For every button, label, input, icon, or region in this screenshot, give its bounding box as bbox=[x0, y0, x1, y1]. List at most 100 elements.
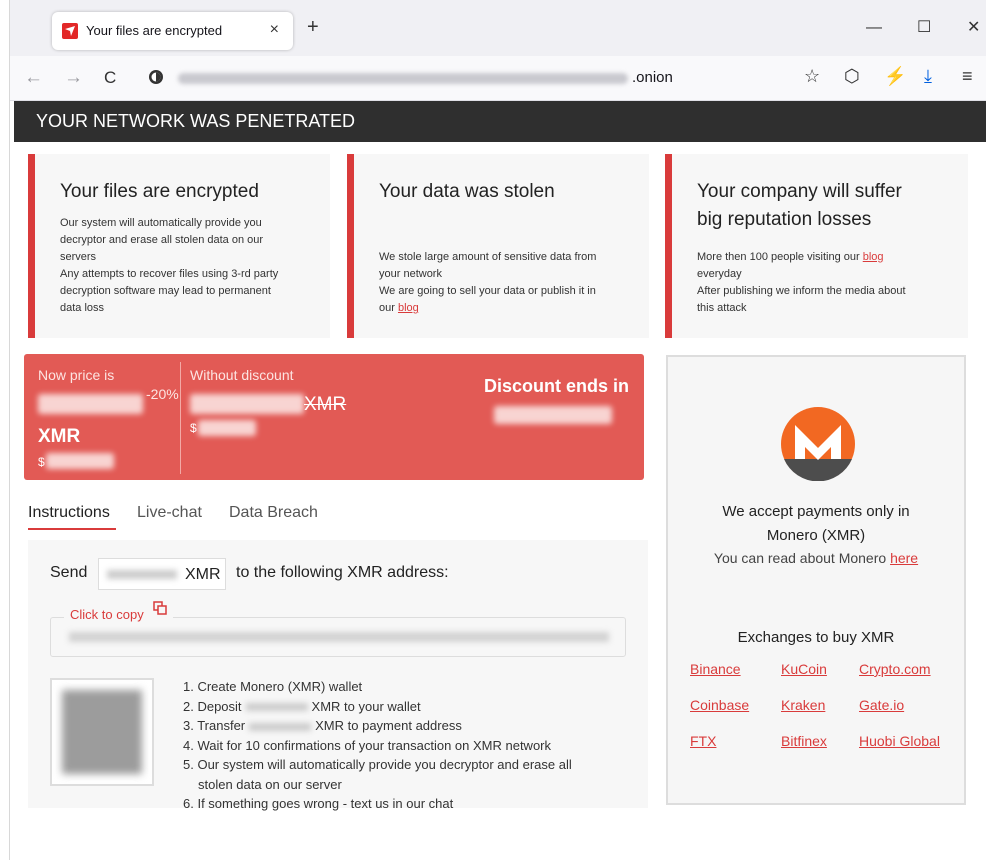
qr-code-redacted bbox=[62, 690, 142, 774]
card-line: We stole large amount of sensitive data … bbox=[379, 251, 597, 263]
step-item: 2. Deposit XMR to your wallet bbox=[183, 697, 572, 717]
click-to-copy-label: Click to copy bbox=[70, 607, 144, 622]
card-body: Our system will automatically provide yo… bbox=[60, 215, 278, 317]
card-line: decryptor and erase all stolen data on o… bbox=[60, 234, 264, 246]
card-line: your network bbox=[379, 268, 442, 280]
card-title: Your company will suffer big reputation l… bbox=[697, 178, 902, 234]
step-item: 3. Transfer XMR to payment address bbox=[183, 716, 572, 736]
card-line: decryption software may lead to permanen… bbox=[60, 285, 271, 297]
now-price-dollar: $ bbox=[38, 455, 45, 469]
exchange-link-huobi[interactable]: Huobi Global bbox=[859, 733, 940, 749]
tab-data-breach[interactable]: Data Breach bbox=[229, 504, 318, 522]
card-line: We are going to sell your data or publis… bbox=[379, 285, 596, 297]
tab-favicon-icon bbox=[62, 23, 78, 39]
card-line-text: our bbox=[379, 302, 395, 314]
monero-read-text: You can read about Monero bbox=[713, 550, 887, 566]
back-icon[interactable]: ← bbox=[24, 68, 43, 88]
blog-link[interactable]: blog bbox=[398, 302, 419, 314]
price-box: Now price is -20% XMR $ Without discount… bbox=[24, 354, 644, 480]
copy-icon[interactable] bbox=[153, 601, 168, 615]
minimize-button[interactable]: — bbox=[866, 20, 882, 36]
step-text: 3. Transfer bbox=[183, 718, 246, 733]
card-line: data loss bbox=[60, 302, 105, 314]
now-price-label: Now price is bbox=[38, 367, 115, 383]
instructions-panel: Send XMR to the following XMR address: C… bbox=[28, 540, 648, 811]
step-text: XMR to payment address bbox=[315, 718, 462, 733]
monero-accept-line: Monero (XMR) bbox=[766, 527, 866, 544]
exchange-link-kraken[interactable]: Kraken bbox=[781, 697, 825, 713]
exchange-link-ftx[interactable]: FTX bbox=[690, 733, 716, 749]
shield-icon[interactable]: ⬡ bbox=[844, 66, 860, 86]
url-bar[interactable]: .onion bbox=[142, 62, 792, 94]
qr-code bbox=[50, 678, 154, 786]
tab-live-chat[interactable]: Live-chat bbox=[137, 504, 202, 522]
reload-icon[interactable]: C bbox=[104, 68, 116, 88]
full-price-redacted bbox=[190, 394, 304, 414]
url-redacted bbox=[178, 73, 628, 84]
blog-link[interactable]: blog bbox=[863, 251, 884, 263]
discount-percent: -20% bbox=[146, 386, 179, 402]
new-tab-button[interactable]: + bbox=[307, 17, 319, 37]
without-discount-label: Without discount bbox=[190, 367, 294, 383]
exchange-link-coinbase[interactable]: Coinbase bbox=[690, 697, 749, 713]
card-line: Our system will automatically provide yo… bbox=[60, 217, 262, 229]
step-item: 1. Create Monero (XMR) wallet bbox=[183, 679, 363, 694]
full-price-usd-redacted bbox=[198, 420, 256, 436]
tab-title: Your files are encrypted bbox=[86, 23, 223, 38]
step-item: 5. Our system will automatically provide… bbox=[183, 757, 572, 772]
monero-read-line: You can read about Monero here bbox=[668, 550, 964, 566]
card-reputation-losses: Your company will suffer big reputation l… bbox=[665, 154, 968, 338]
exchange-link-kucoin[interactable]: KuCoin bbox=[781, 661, 827, 677]
browser-tab-bar: Your files are encrypted × + — ☐ ✕ bbox=[10, 0, 986, 56]
exchange-link-binance[interactable]: Binance bbox=[690, 661, 741, 677]
price-divider bbox=[180, 362, 181, 474]
step-amount-redacted bbox=[249, 722, 312, 731]
now-price-usd-redacted bbox=[46, 453, 114, 469]
full-price-currency: XMR bbox=[304, 394, 347, 415]
now-price-currency: XMR bbox=[38, 426, 81, 447]
now-price-redacted bbox=[38, 394, 143, 414]
tab-close-icon[interactable]: × bbox=[270, 21, 279, 39]
card-body: More then 100 people visiting our blog e… bbox=[697, 249, 906, 317]
click-to-copy[interactable]: Click to copy bbox=[64, 601, 174, 622]
step-amount-redacted bbox=[245, 703, 308, 712]
card-line: More then 100 people visiting our blog bbox=[697, 249, 906, 266]
exchange-link-bitfinex[interactable]: Bitfinex bbox=[781, 733, 827, 749]
send-to-address-text: to the following XMR address: bbox=[236, 564, 449, 581]
maximize-button[interactable]: ☐ bbox=[917, 20, 931, 36]
card-line: our blog bbox=[379, 300, 596, 317]
close-window-button[interactable]: ✕ bbox=[967, 20, 980, 36]
discount-ends-label: Discount ends in bbox=[484, 376, 630, 396]
tab-instructions[interactable]: Instructions bbox=[28, 504, 110, 522]
card-title-line: big reputation losses bbox=[697, 209, 872, 230]
step-item: 4. Wait for 10 confirmations of your tra… bbox=[183, 737, 552, 753]
exchange-link-crypto-com[interactable]: Crypto.com bbox=[859, 661, 931, 677]
card-line: servers bbox=[60, 251, 97, 263]
card-line: everyday bbox=[697, 268, 742, 280]
send-amount-currency: XMR bbox=[185, 566, 221, 583]
exchange-link-gate-io[interactable]: Gate.io bbox=[859, 697, 904, 713]
monero-here-link[interactable]: here bbox=[890, 550, 918, 566]
card-line: Any attempts to recover files using 3-rd… bbox=[60, 268, 279, 280]
card-line-text: More then 100 people visiting our bbox=[697, 251, 860, 263]
step-item: stolen data on our server bbox=[198, 776, 342, 792]
menu-icon[interactable]: ≡ bbox=[962, 66, 973, 86]
xmr-address-field[interactable] bbox=[50, 617, 626, 657]
exchanges-title: Exchanges to buy XMR bbox=[737, 629, 895, 646]
extension-icon[interactable]: ⚡ bbox=[884, 66, 906, 86]
window-border bbox=[9, 0, 10, 860]
monero-logo-icon bbox=[781, 407, 855, 481]
xmr-address-redacted bbox=[69, 632, 609, 642]
bookmark-star-icon[interactable]: ☆ bbox=[804, 66, 820, 86]
countdown-redacted bbox=[494, 406, 612, 424]
tab-active-indicator bbox=[28, 528, 116, 530]
monero-accept-line: We accept payments only in bbox=[722, 503, 910, 520]
forward-icon[interactable]: → bbox=[64, 68, 83, 88]
payment-steps: 1. Create Monero (XMR) wallet 2. Deposit… bbox=[183, 677, 572, 814]
download-icon[interactable]: ⤓ bbox=[924, 66, 932, 86]
site-info-icon[interactable] bbox=[148, 69, 164, 85]
browser-tab-active[interactable]: Your files are encrypted × bbox=[52, 12, 293, 50]
card-title-line: Your company will suffer bbox=[697, 181, 902, 202]
send-amount-redacted bbox=[107, 570, 177, 579]
step-text: 2. Deposit bbox=[183, 698, 242, 714]
